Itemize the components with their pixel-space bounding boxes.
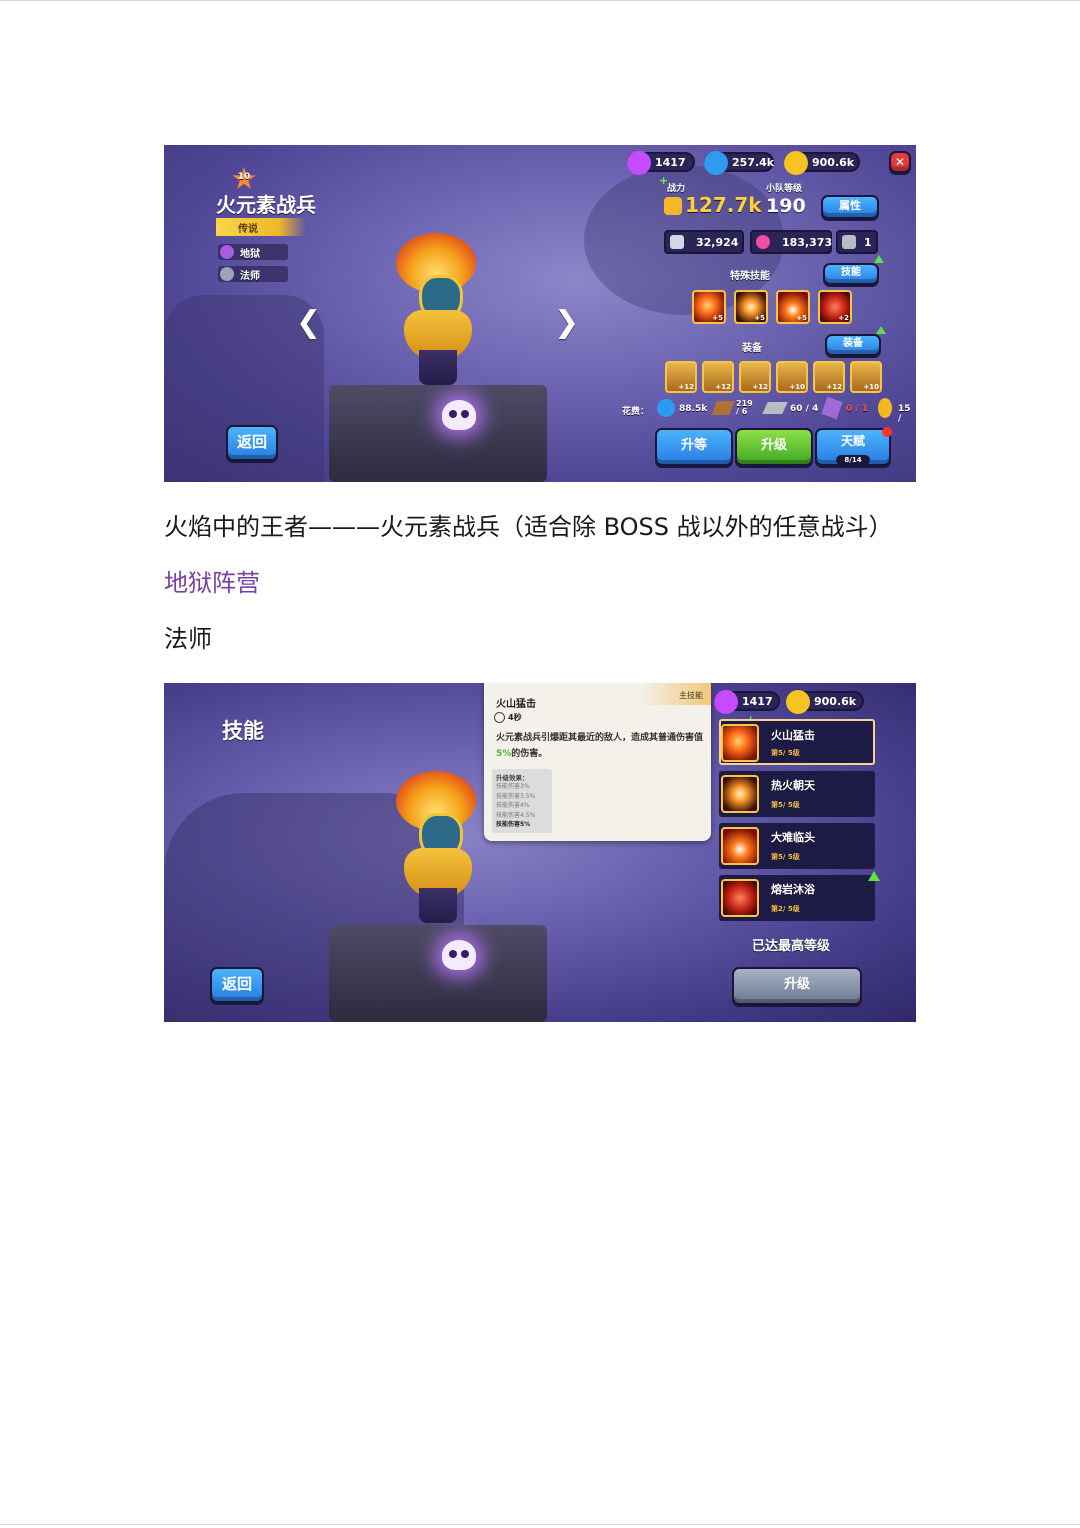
gem-icon xyxy=(714,690,738,714)
hero-legs xyxy=(419,350,457,385)
tooltip-skill-name: 火山猛击 xyxy=(496,699,536,710)
skill-list-item[interactable]: 大难临头 第5/ 5级 xyxy=(719,823,875,869)
rank-up-button[interactable]: 升等 xyxy=(655,428,733,466)
hero-pedestal xyxy=(329,385,547,482)
skill-icon[interactable]: +2 xyxy=(818,290,852,324)
hero-detail-screenshot: 1417 + 257.4k 900.6k ✕ 10 火元素战兵 传说 地狱 法师… xyxy=(164,145,916,482)
armor-stat: 1 xyxy=(836,230,878,254)
talent-progress: 8/14 xyxy=(836,455,870,465)
caption-hero-title: 火焰中的王者———火元素战兵（适合除 BOSS 战以外的任意战斗） xyxy=(164,513,893,541)
equipment-slot[interactable]: +12 xyxy=(665,361,697,393)
skills-button[interactable]: 技能 xyxy=(823,263,879,285)
equipment-slot[interactable]: +10 xyxy=(776,361,808,393)
scroll-icon xyxy=(821,396,843,420)
class-tag: 法师 xyxy=(218,266,288,282)
upgrade-arrow-icon xyxy=(874,255,884,263)
skills-title: 技能 xyxy=(222,719,264,743)
star-level: 10 xyxy=(237,172,251,182)
skill-list-item[interactable]: 热火朝天 第5/ 5级 xyxy=(719,771,875,817)
upgrade-button[interactable]: 升级 xyxy=(732,967,862,1005)
equipment-heading: 装备 xyxy=(742,343,762,354)
soul-icon xyxy=(657,399,675,417)
skill-icon[interactable]: +5 xyxy=(692,290,726,324)
cost-label: 花费： xyxy=(622,407,650,417)
max-level-text: 已达最高等级 xyxy=(752,939,831,954)
upgrade-effects-box: 升级效果： 技能伤害3% 技能伤害3.5% 技能伤害4% 技能伤害4.5% 技能… xyxy=(492,769,552,833)
skill-list-item[interactable]: 熔岩沐浴 第2/ 5级 xyxy=(719,875,875,921)
equipment-slot[interactable]: +12 xyxy=(739,361,771,393)
hero-pedestal xyxy=(329,925,547,1022)
damage-stat: 32,924 xyxy=(664,230,744,254)
upgrade-effects-list: 技能伤害3% 技能伤害3.5% 技能伤害4% 技能伤害4.5% 技能伤害5% xyxy=(496,783,536,828)
close-button[interactable]: ✕ xyxy=(889,151,911,173)
page-top-border xyxy=(0,0,1080,1)
main-skill-tag: 主技能 xyxy=(679,691,703,700)
close-icon: ✕ xyxy=(894,155,906,169)
upgrade-arrow-icon xyxy=(868,871,880,881)
iron-ingot-icon xyxy=(762,402,788,414)
gold-coin-icon xyxy=(784,151,808,175)
skill-icon[interactable]: +5 xyxy=(776,290,810,324)
special-skills-heading: 特殊技能 xyxy=(730,271,770,282)
equipment-button[interactable]: 装备 xyxy=(825,334,881,356)
equipment-slot[interactable]: +10 xyxy=(850,361,882,393)
caption-class: 法师 xyxy=(164,625,212,653)
skill-tooltip: 主技能 火山猛击 4秒 火元素战兵引爆距其最近的敌人，造成其普通伤害值5%的伤害… xyxy=(484,683,711,841)
helmet-icon xyxy=(842,235,856,249)
skills-screenshot: 技能 1417 + 900.6k 主技能 火山猛击 4秒 火元素战兵引爆距其最近… xyxy=(164,683,916,1022)
back-button[interactable]: 返回 xyxy=(226,425,278,461)
heart-icon xyxy=(756,235,770,249)
rarity-badge: 传说 xyxy=(216,218,306,236)
lava-bath-icon xyxy=(721,879,759,917)
page-bottom-border xyxy=(0,1524,1080,1525)
faction-tag: 地狱 xyxy=(218,244,288,260)
gold-counter: 900.6k xyxy=(786,690,864,714)
prev-hero-arrow[interactable]: ❮ xyxy=(296,305,321,340)
tooltip-description: 火元素战兵引爆距其最近的敌人，造成其普通伤害值5%的伤害。 xyxy=(496,733,704,759)
doom-icon xyxy=(721,827,759,865)
hell-faction-icon xyxy=(220,245,234,259)
back-button[interactable]: 返回 xyxy=(210,967,264,1003)
notification-dot xyxy=(882,427,892,437)
skill-icon[interactable]: +5 xyxy=(734,290,768,324)
upgrade-arrow-icon xyxy=(876,326,886,334)
level-up-button[interactable]: 升级 xyxy=(735,428,813,466)
blazing-heat-icon xyxy=(721,775,759,813)
hero-name: 火元素战兵 xyxy=(216,193,316,217)
attributes-button[interactable]: 属性 xyxy=(821,195,879,219)
gem-counter[interactable]: 1417 + xyxy=(627,151,695,187)
hell-skull-emblem xyxy=(442,400,476,430)
clock-icon xyxy=(494,712,505,723)
gold-counter: 900.6k xyxy=(784,151,860,175)
gem-counter[interactable]: 1417 + xyxy=(714,690,780,726)
soul-counter: 257.4k xyxy=(704,151,774,175)
team-level-value: 190 xyxy=(766,195,806,217)
skill-list-item[interactable]: 火山猛击 第5/ 5级 xyxy=(719,719,875,765)
leather-icon xyxy=(711,401,735,415)
gem-icon xyxy=(627,151,651,175)
caption-faction: 地狱阵营 xyxy=(164,569,260,597)
volcano-strike-icon xyxy=(721,724,759,762)
egg-icon xyxy=(878,398,892,418)
equipment-slot[interactable]: +12 xyxy=(813,361,845,393)
cooldown-value: 4秒 xyxy=(508,713,522,722)
equipment-slot[interactable]: +12 xyxy=(702,361,734,393)
hell-skull-emblem xyxy=(442,940,476,970)
soul-icon xyxy=(704,151,728,175)
next-hero-arrow[interactable]: ❯ xyxy=(554,305,579,340)
hero-legs xyxy=(419,888,457,923)
health-stat: 183,373 xyxy=(750,230,832,254)
sword-icon xyxy=(670,235,684,249)
mage-class-icon xyxy=(220,267,234,281)
gold-coin-icon xyxy=(786,690,810,714)
power-value: 127.7k xyxy=(685,193,762,217)
fist-power-icon xyxy=(664,197,682,215)
